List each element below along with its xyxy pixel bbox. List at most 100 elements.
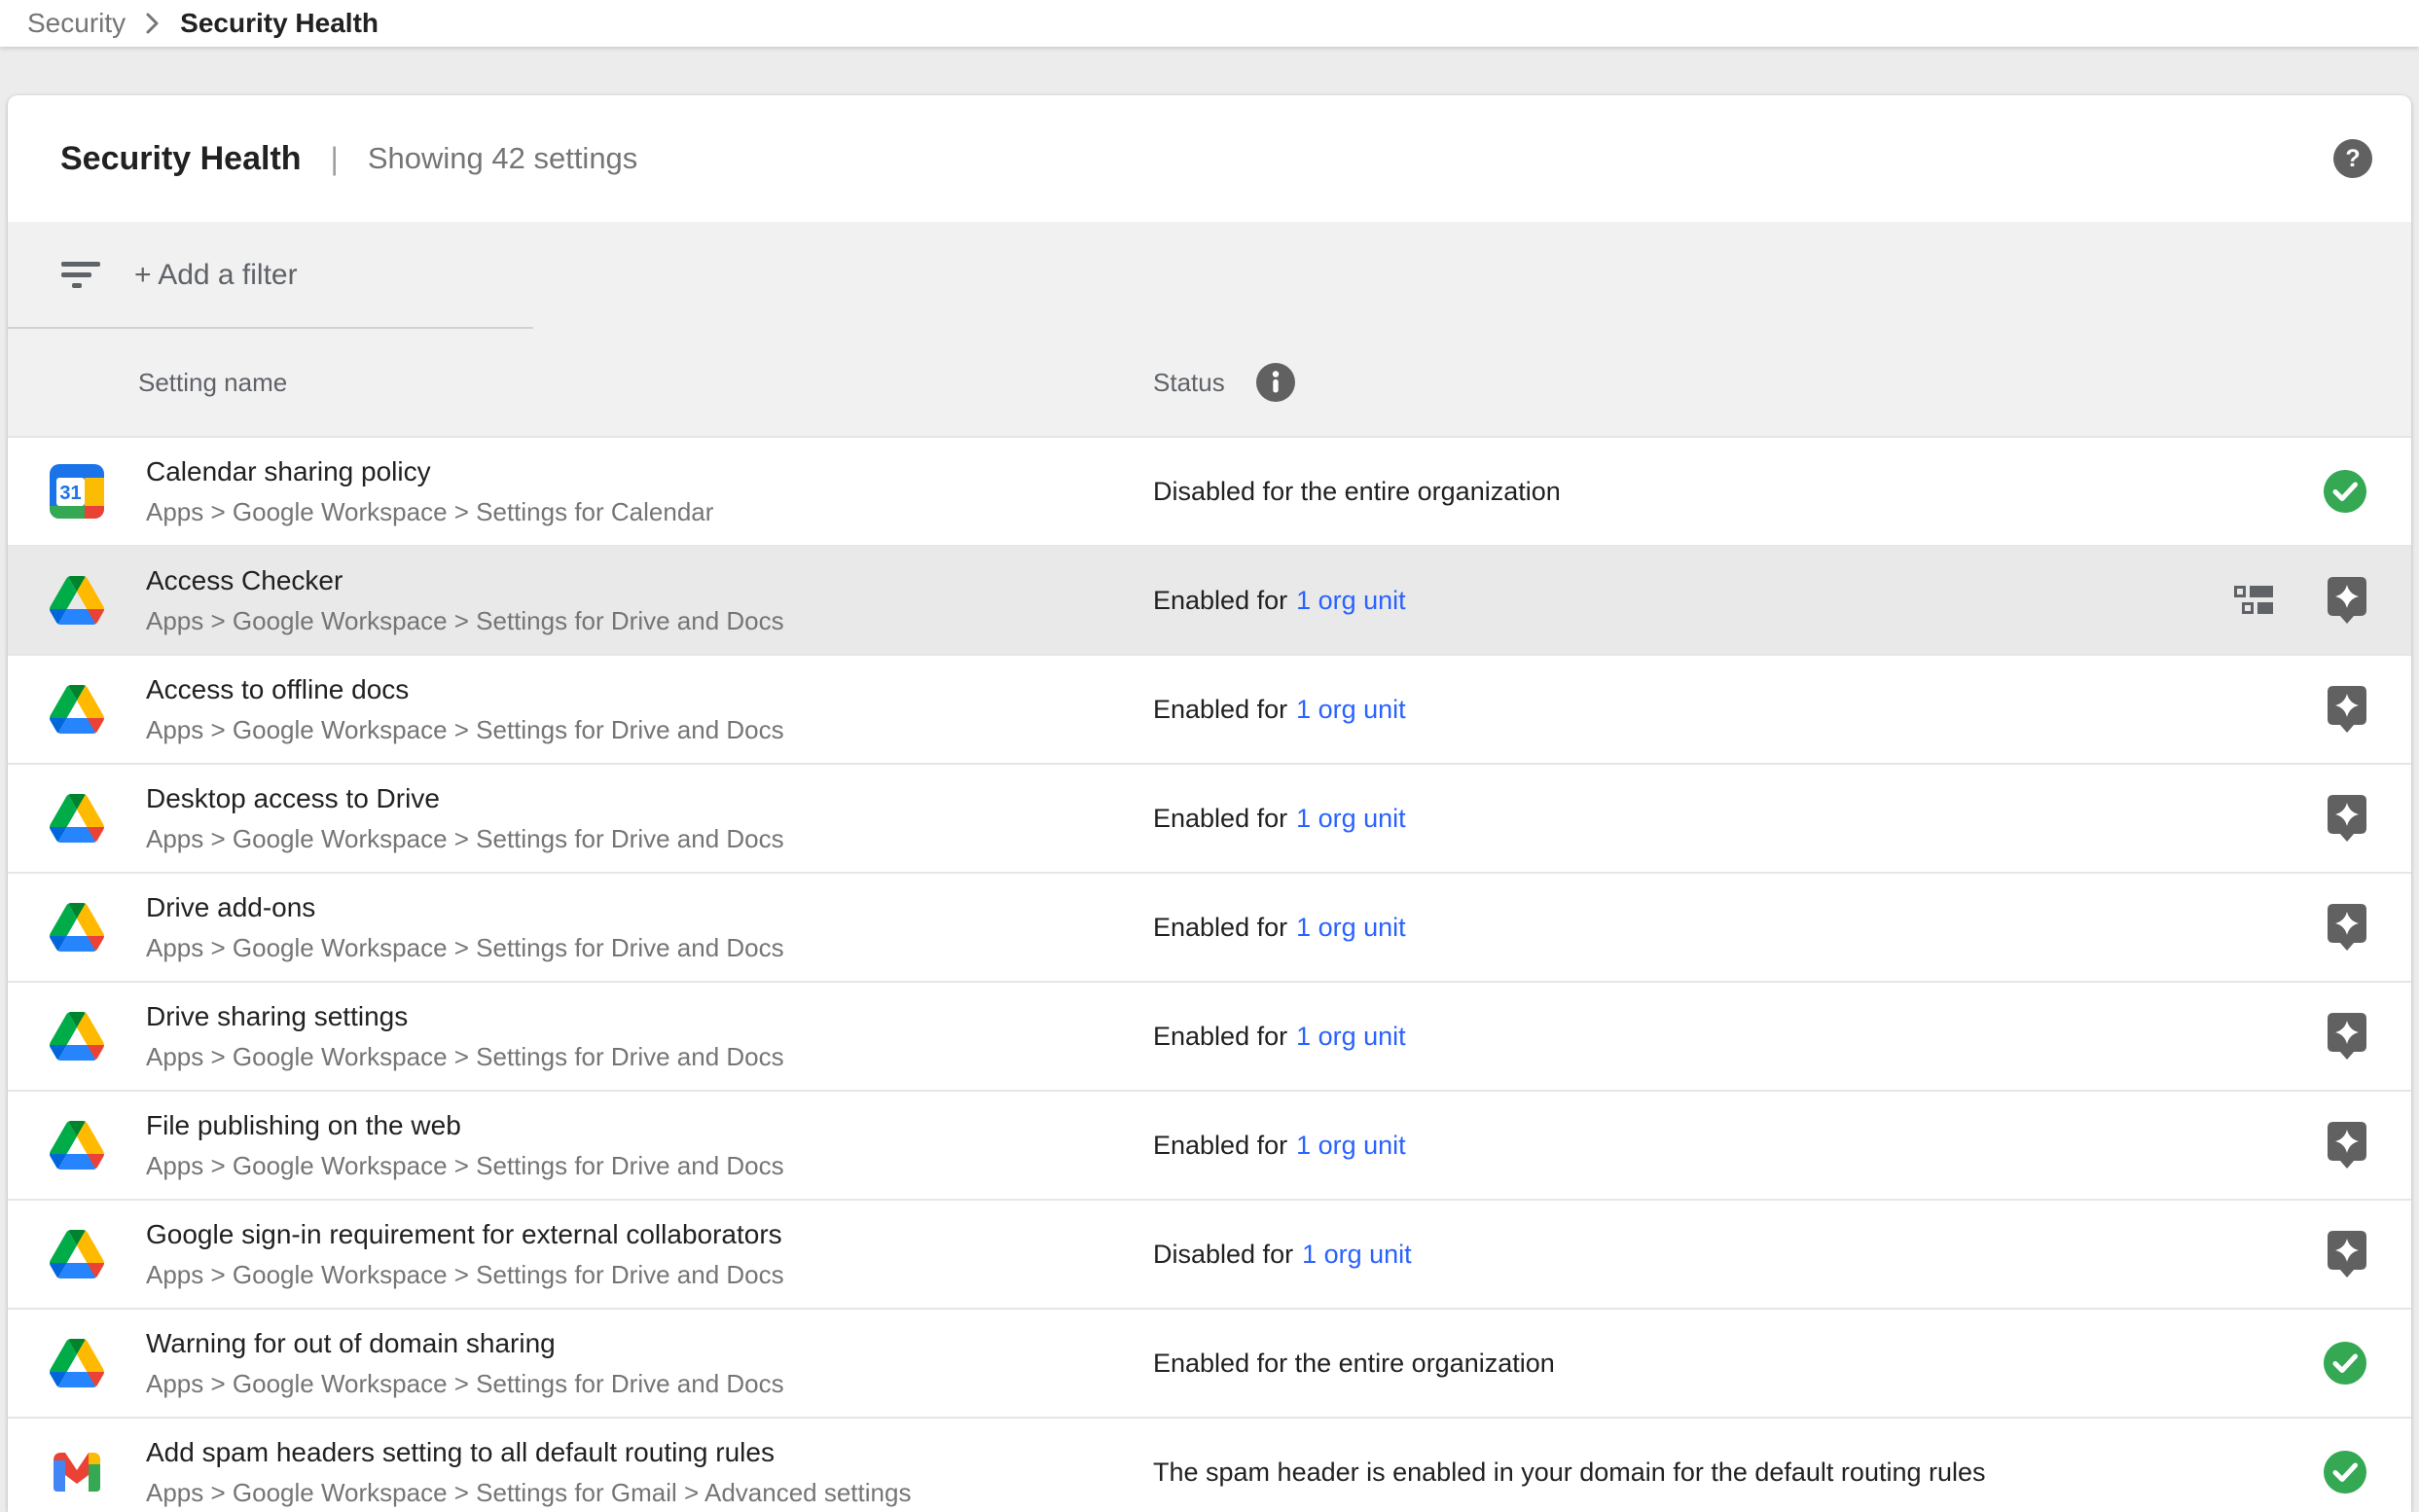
- recommendation-badge-icon[interactable]: [2328, 795, 2366, 842]
- recommendation-badge-icon[interactable]: [2328, 1231, 2366, 1278]
- table-row[interactable]: Desktop access to Drive Apps > Google Wor…: [8, 763, 2411, 872]
- column-header-status: Status: [1153, 368, 1225, 398]
- drive-icon: [8, 1092, 146, 1199]
- status-cell: Enabled for 1 org unit: [1153, 765, 2156, 872]
- breadcrumb-security-link[interactable]: Security: [27, 8, 126, 39]
- status-text: Enabled for: [1153, 913, 1287, 943]
- check-circle-icon: [2324, 1342, 2366, 1385]
- setting-cell: Drive sharing settings Apps > Google Work…: [146, 983, 1153, 1090]
- calendar-icon: 31: [8, 438, 146, 545]
- setting-path: Apps > Google Workspace > Settings for D…: [146, 606, 1153, 635]
- filter-and-header-band: + Add a filter Setting name Status: [8, 222, 2411, 436]
- security-health-card: Security Health | Showing 42 settings ? …: [8, 95, 2411, 1512]
- status-cell: The spam header is enabled in your domai…: [1153, 1419, 2156, 1512]
- org-unit-link[interactable]: 1 org unit: [1296, 695, 1406, 725]
- setting-cell: Warning for out of domain sharingApps > …: [146, 1310, 1153, 1417]
- showing-settings-count: Showing 42 settings: [368, 141, 637, 176]
- drive-icon: [8, 765, 146, 872]
- status-text: The spam header is enabled in your domai…: [1153, 1458, 1986, 1488]
- row-actions: [2156, 547, 2411, 654]
- row-actions: [2156, 983, 2411, 1090]
- status-text: Enabled for: [1153, 1022, 1287, 1052]
- breadcrumb: Security Security Health: [0, 0, 2419, 47]
- org-unit-link[interactable]: 1 org unit: [1296, 1022, 1406, 1052]
- status-cell: Enabled for1 org unit: [1153, 1092, 2156, 1199]
- drive-icon: [8, 1201, 146, 1308]
- check-circle-icon: [2324, 1451, 2366, 1494]
- org-unit-link[interactable]: 1 org unit: [1296, 1131, 1406, 1161]
- row-actions: [2156, 656, 2411, 763]
- table-row[interactable]: File publishing on the web Apps > Google …: [8, 1090, 2411, 1199]
- status-text: Enabled for: [1153, 586, 1287, 616]
- setting-path: Apps > Google Workspace > Settings for D…: [146, 715, 1153, 744]
- status-cell: Disabled for 1 org unit: [1153, 1201, 2156, 1308]
- setting-name: Access Checker: [146, 565, 1153, 596]
- setting-name: Google sign-in requirement for external …: [146, 1219, 1153, 1250]
- setting-cell: Calendar sharing policy Apps > Google Wor…: [146, 438, 1153, 545]
- page-title: Security Health: [60, 140, 302, 178]
- info-icon[interactable]: [1256, 363, 1295, 402]
- rule-icon[interactable]: [2234, 586, 2273, 615]
- setting-name: Drive sharing settings: [146, 1001, 1153, 1032]
- setting-cell: Desktop access to Drive Apps > Google Wor…: [146, 765, 1153, 872]
- setting-cell: Drive add-onsApps > Google Workspace > S…: [146, 874, 1153, 981]
- chevron-right-icon: [145, 12, 161, 35]
- table-row[interactable]: 31 Calendar sharing policy Apps > Google W…: [8, 436, 2411, 545]
- svg-text:31: 31: [59, 483, 81, 504]
- org-unit-link[interactable]: 1 org unit: [1302, 1240, 1412, 1270]
- drive-icon: [8, 983, 146, 1090]
- setting-path: Apps > Google Workspace > Settings for D…: [146, 1151, 1153, 1180]
- status-text: Enabled for the entire organization: [1153, 1349, 1555, 1379]
- gmail-icon: [8, 1419, 146, 1512]
- title-divider: |: [331, 141, 339, 177]
- status-cell: Disabled for the entire organization: [1153, 438, 2156, 545]
- breadcrumb-current: Security Health: [180, 8, 379, 39]
- drive-icon: [8, 874, 146, 981]
- table-row[interactable]: Drive add-onsApps > Google Workspace > S…: [8, 872, 2411, 981]
- setting-cell: File publishing on the web Apps > Google …: [146, 1092, 1153, 1199]
- settings-table-body: 31 Calendar sharing policy Apps > Google W…: [8, 436, 2411, 1512]
- recommendation-badge-icon[interactable]: [2328, 1122, 2366, 1169]
- row-actions: [2156, 874, 2411, 981]
- setting-path: Apps > Google Workspace > Settings for D…: [146, 824, 1153, 853]
- recommendation-badge-icon[interactable]: [2328, 577, 2366, 624]
- setting-cell: Add spam headers setting to all default …: [146, 1419, 1153, 1512]
- setting-name: File publishing on the web: [146, 1110, 1153, 1141]
- recommendation-badge-icon[interactable]: [2328, 1013, 2366, 1060]
- svg-text:?: ?: [2345, 145, 2360, 172]
- table-row[interactable]: Access to offline docs Apps > Google Work…: [8, 654, 2411, 763]
- row-actions: [2156, 438, 2411, 545]
- setting-name: Warning for out of domain sharing: [146, 1328, 1153, 1359]
- setting-cell: Access to offline docs Apps > Google Work…: [146, 656, 1153, 763]
- org-unit-link[interactable]: 1 org unit: [1296, 804, 1406, 834]
- status-cell: Enabled for 1 org unit: [1153, 547, 2156, 654]
- org-unit-link[interactable]: 1 org unit: [1296, 913, 1406, 943]
- row-actions: [2156, 1201, 2411, 1308]
- table-row[interactable]: Google sign-in requirement for external …: [8, 1199, 2411, 1308]
- recommendation-badge-icon[interactable]: [2328, 904, 2366, 951]
- status-text: Disabled for: [1153, 1240, 1293, 1270]
- status-cell: Enabled for 1 org unit: [1153, 874, 2156, 981]
- setting-name: Add spam headers setting to all default …: [146, 1437, 1153, 1468]
- drive-icon: [8, 547, 146, 654]
- table-row[interactable]: Add spam headers setting to all default …: [8, 1417, 2411, 1512]
- help-icon[interactable]: ?: [2333, 139, 2372, 178]
- drive-icon: [8, 656, 146, 763]
- setting-name: Access to offline docs: [146, 674, 1153, 705]
- setting-path: Apps > Google Workspace > Settings for C…: [146, 497, 1153, 526]
- column-header-setting-name: Setting name: [138, 368, 287, 398]
- recommendation-badge-icon[interactable]: [2328, 686, 2366, 733]
- setting-cell: Google sign-in requirement for external …: [146, 1201, 1153, 1308]
- setting-name: Desktop access to Drive: [146, 783, 1153, 814]
- org-unit-link[interactable]: 1 org unit: [1296, 586, 1406, 616]
- drive-icon: [8, 1310, 146, 1417]
- table-row[interactable]: Access Checker Apps > Google Workspace > …: [8, 545, 2411, 654]
- status-text: Enabled for: [1153, 804, 1287, 834]
- setting-path: Apps > Google Workspace > Settings for D…: [146, 1042, 1153, 1071]
- table-row[interactable]: Drive sharing settings Apps > Google Work…: [8, 981, 2411, 1090]
- add-filter-button[interactable]: + Add a filter: [134, 259, 298, 292]
- row-actions: [2156, 765, 2411, 872]
- status-cell: Enabled for the entire organization: [1153, 1310, 2156, 1417]
- table-row[interactable]: Warning for out of domain sharingApps > …: [8, 1308, 2411, 1417]
- setting-name: Calendar sharing policy: [146, 456, 1153, 487]
